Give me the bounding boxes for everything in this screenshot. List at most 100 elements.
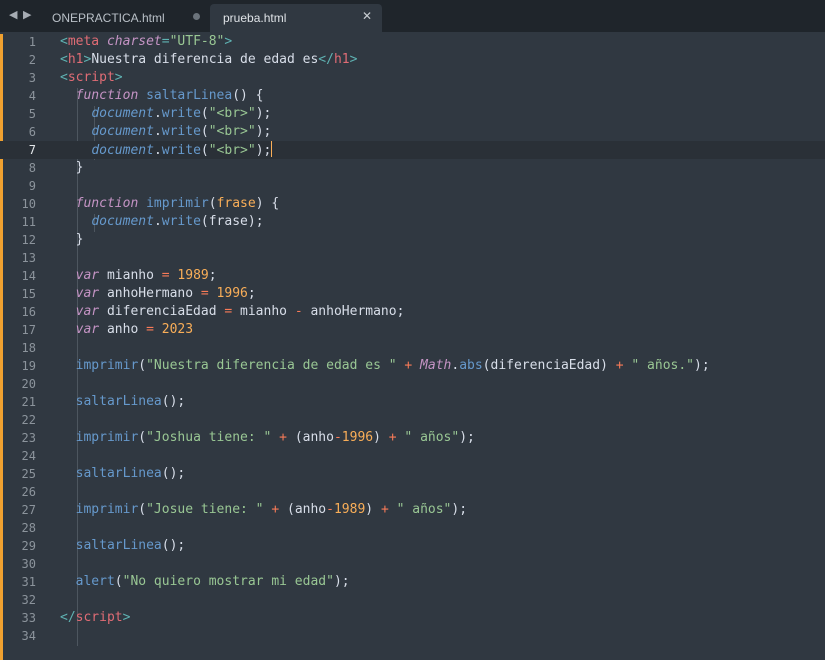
code-token: abs — [459, 358, 483, 373]
tab-scroll-right-icon[interactable]: ▶ — [23, 8, 31, 21]
code-token: "Nuestra diferencia de edad es " — [146, 358, 397, 373]
code-token: 1996 — [216, 286, 248, 301]
code-line[interactable]: 18 — [0, 339, 825, 357]
code-line[interactable]: 3 <script> — [0, 69, 825, 87]
code-line[interactable]: 27 imprimir("Josue tiene: " + (anho-1989… — [0, 501, 825, 519]
code-line[interactable]: 32 — [0, 591, 825, 609]
line-code: document.write(frase); — [60, 213, 264, 231]
line-number: 3 — [28, 71, 36, 85]
code-line[interactable]: 11 document.write(frase); — [0, 213, 825, 231]
code-token: write — [161, 106, 201, 121]
line-code: function imprimir(frase) { — [60, 195, 280, 213]
code-token: < — [60, 52, 68, 67]
code-token: ( — [200, 143, 209, 158]
line-code: document.write("<br>"); — [60, 105, 271, 123]
code-token: h1 — [67, 52, 84, 67]
line-number: 13 — [21, 251, 36, 265]
code-line[interactable]: 31 alert("No quiero mostrar mi edad"); — [0, 573, 825, 591]
code-token: var — [75, 268, 100, 283]
code-token: " años." — [631, 358, 695, 373]
code-token: Nuestra diferencia de edad es — [91, 52, 319, 67]
line-number: 16 — [21, 305, 36, 319]
tab-prueba[interactable]: prueba.html ✕ — [210, 4, 382, 32]
code-line[interactable]: 13 — [0, 249, 825, 267]
code-token: Math — [420, 358, 452, 373]
code-token: imprimir — [75, 430, 139, 445]
code-token: mianho — [232, 304, 295, 319]
code-line[interactable]: 7 document.write("<br>"); — [0, 141, 825, 159]
code-line[interactable]: 9 — [0, 177, 825, 195]
code-line[interactable]: 2 <h1>Nuestra diferencia de edad es</h1> — [0, 51, 825, 69]
code-token: (frase); — [200, 214, 264, 229]
code-line[interactable]: 15 var anhoHermano = 1996; — [0, 285, 825, 303]
code-line[interactable]: 12 } — [0, 231, 825, 249]
code-token: (anho — [287, 430, 334, 445]
code-token: "<br>" — [208, 106, 256, 121]
code-line[interactable]: 26 — [0, 483, 825, 501]
line-code: document.write("<br>"); — [60, 141, 273, 160]
code-token: > — [349, 52, 358, 67]
code-line[interactable]: 5 document.write("<br>"); — [0, 105, 825, 123]
line-number: 32 — [21, 593, 36, 607]
line-code: </script> — [60, 609, 130, 627]
code-token: imprimir — [146, 196, 209, 211]
code-line[interactable]: 23 imprimir("Joshua tiene: " + (anho-199… — [0, 429, 825, 447]
line-number: 24 — [21, 449, 36, 463]
line-number: 34 — [21, 629, 36, 643]
code-line[interactable]: 19 imprimir("Nuestra diferencia de edad … — [0, 357, 825, 375]
code-line[interactable]: 21 saltarLinea(); — [0, 393, 825, 411]
code-token: </ — [318, 52, 334, 67]
code-line[interactable]: 20 — [0, 375, 825, 393]
close-icon[interactable]: ✕ — [362, 9, 372, 23]
code-token: write — [161, 124, 201, 139]
code-line[interactable]: 14 var mianho = 1989; — [0, 267, 825, 285]
code-line[interactable]: 4 function saltarLinea() { — [0, 87, 825, 105]
line-number: 33 — [21, 611, 36, 625]
code-line[interactable]: 10 function imprimir(frase) { — [0, 195, 825, 213]
code-line[interactable]: 33 </script> — [0, 609, 825, 627]
code-token: = — [200, 286, 209, 301]
line-code: imprimir("Joshua tiene: " + (anho-1996) … — [60, 429, 475, 447]
code-line[interactable]: 8 } — [0, 159, 825, 177]
code-token: saltarLinea — [75, 538, 162, 553]
code-token: } — [60, 160, 84, 175]
line-number: 14 — [21, 269, 36, 283]
code-token: (); — [161, 538, 186, 553]
line-number: 26 — [21, 485, 36, 499]
code-token: imprimir — [75, 358, 139, 373]
line-number: 2 — [28, 53, 36, 67]
code-token: . — [153, 124, 162, 139]
code-token: write — [161, 214, 201, 229]
tab-onepractica[interactable]: ONEPRACTICA.html — [38, 4, 210, 32]
code-line[interactable]: 25 saltarLinea(); — [0, 465, 825, 483]
line-code: saltarLinea(); — [60, 465, 186, 483]
code-token: < — [60, 70, 68, 85]
line-code: <meta charset="UTF-8"> — [60, 33, 232, 51]
code-line[interactable]: 30 — [0, 555, 825, 573]
code-line[interactable]: 24 — [0, 447, 825, 465]
code-line[interactable]: 22 — [0, 411, 825, 429]
line-code: var anho = 2023 — [60, 321, 193, 339]
code-token: " años" — [404, 430, 460, 445]
code-line[interactable]: 28 — [0, 519, 825, 537]
code-editor[interactable]: 1 <meta charset="UTF-8"> 2 <h1>Nuestra dife… — [0, 32, 825, 660]
code-line[interactable]: 16 var diferenciaEdad = mianho - anhoHer… — [0, 303, 825, 321]
code-line[interactable]: 1 <meta charset="UTF-8"> — [0, 33, 825, 51]
tab-scroll-left-icon[interactable]: ◀ — [9, 8, 17, 21]
line-number: 30 — [21, 557, 36, 571]
code-line[interactable]: 6 document.write("<br>"); — [0, 123, 825, 141]
line-number: 4 — [28, 89, 36, 103]
line-code: alert("No quiero mostrar mi edad"); — [60, 573, 350, 591]
code-token: alert — [75, 574, 115, 589]
code-token: "UTF-8" — [169, 34, 225, 49]
code-token: + — [615, 358, 624, 373]
code-token: var — [75, 304, 100, 319]
code-line[interactable]: 29 saltarLinea(); — [0, 537, 825, 555]
code-line[interactable]: 17 var anho = 2023 — [0, 321, 825, 339]
code-line[interactable]: 34 — [0, 627, 825, 645]
